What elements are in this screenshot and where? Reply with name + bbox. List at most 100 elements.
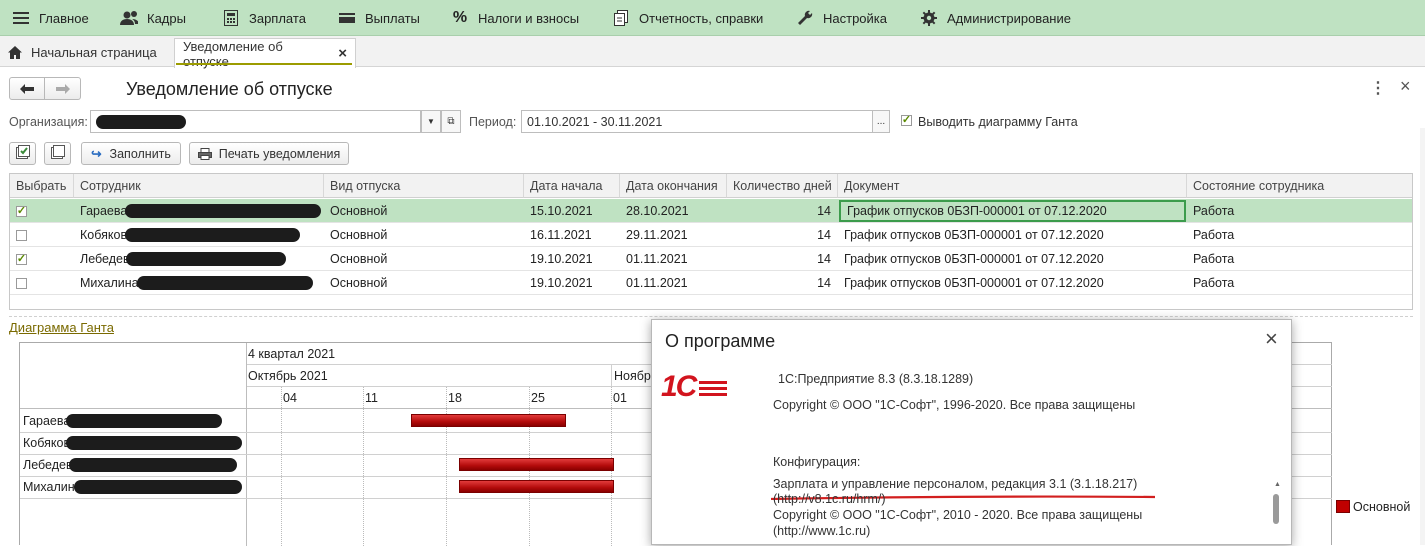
menu-item-reports[interactable]: Отчетность, справки — [612, 0, 763, 36]
gantt-checkbox[interactable]: ✓ — [901, 115, 912, 126]
menu-item-label: Настройка — [823, 10, 887, 26]
checkmark-icon: ✓ — [16, 252, 27, 265]
table-row[interactable]: ✓ Гараева Основной 15.10.2021 28.10.2021… — [10, 199, 1412, 223]
organization-field[interactable] — [90, 110, 421, 133]
column-header[interactable]: Количество дней — [727, 174, 838, 198]
row-checkbox[interactable]: ✓ — [16, 204, 27, 217]
organization-open-button[interactable]: ⧉ — [441, 110, 461, 133]
menu-item-settings[interactable]: Настройка — [796, 0, 887, 36]
end-date-cell: 29.11.2021 — [626, 228, 688, 242]
check-all-button[interactable] — [9, 142, 36, 165]
print-notice-button[interactable]: Печать уведомления — [189, 142, 349, 165]
menu-item-administration[interactable]: Администрирование — [920, 0, 1071, 36]
column-header[interactable]: Дата начала — [524, 174, 620, 198]
column-header[interactable]: Дата окончания — [620, 174, 727, 198]
column-header[interactable]: Сотрудник — [74, 174, 324, 198]
wrench-icon — [796, 9, 814, 27]
row-select-cell[interactable]: ✓ — [10, 247, 74, 271]
page-scrollbar[interactable] — [1420, 128, 1425, 545]
employee-name: Гараева — [80, 204, 128, 218]
row-select-cell[interactable] — [10, 223, 74, 247]
row-checkbox[interactable]: ✓ — [16, 252, 27, 265]
state-cell: Работа — [1193, 252, 1235, 266]
row-checkbox[interactable] — [16, 229, 27, 241]
hamburger-icon — [12, 9, 30, 27]
gantt-employee-name: Михалина — [23, 480, 82, 494]
uncheck-all-button[interactable] — [44, 142, 71, 165]
close-icon[interactable]: × — [338, 45, 347, 62]
redacted-value — [125, 204, 322, 218]
state-cell: Работа — [1193, 204, 1235, 218]
gantt-employee-name: Гараева — [23, 414, 71, 428]
gantt-link[interactable]: Диаграмма Ганта — [9, 320, 114, 335]
menu-item-taxes[interactable]: % Налоги и взносы — [451, 0, 579, 36]
home-icon — [8, 46, 22, 59]
menu-item-label: Кадры — [147, 10, 186, 26]
document-cell[interactable]: График отпусков 0БЗП-000001 от 07.12.202… — [838, 247, 1187, 271]
row-checkbox[interactable] — [16, 277, 27, 289]
state-cell: Работа — [1193, 276, 1235, 290]
gantt-bar-vacation[interactable] — [411, 414, 566, 427]
employee-cell: Кобяков — [74, 223, 324, 247]
tab-home[interactable]: Начальная страница — [0, 38, 166, 67]
menu-item-label: Выплаты — [365, 10, 420, 26]
menu-item-payments[interactable]: Выплаты — [338, 0, 420, 36]
row-select-cell[interactable] — [10, 271, 74, 295]
forward-button[interactable] — [44, 77, 81, 100]
scrollbar-thumb[interactable] — [1273, 494, 1279, 524]
1c-logo: 1С — [661, 372, 729, 406]
gantt-day-label: 11 — [365, 391, 378, 405]
table-row[interactable]: ✓ Лебедев Основной 19.10.2021 01.11.2021… — [10, 247, 1412, 271]
employees-table: Выбрать Сотрудник Вид отпуска Дата начал… — [9, 173, 1413, 310]
period-label: Период: — [469, 115, 517, 129]
section-divider — [9, 316, 1413, 317]
wallet-icon — [338, 9, 356, 27]
column-header[interactable]: Документ — [838, 174, 1187, 198]
table-row[interactable]: Кобяков Основной 16.11.2021 29.11.2021 1… — [10, 223, 1412, 247]
organization-label: Организация: — [9, 115, 88, 129]
more-icon[interactable]: ⋮ — [1370, 78, 1386, 98]
table-row[interactable]: Михалина Основной 19.10.2021 01.11.2021 … — [10, 271, 1412, 295]
chevron-down-icon: ▼ — [427, 117, 435, 126]
row-select-cell[interactable]: ✓ — [10, 199, 74, 223]
scroll-up-icon[interactable]: ▲ — [1274, 481, 1281, 488]
logo-stripe — [699, 387, 727, 390]
gantt-day-label: 04 — [283, 391, 297, 405]
gantt-employee-name: Кобяков — [23, 436, 71, 450]
menu-item-staff[interactable]: Кадры — [120, 0, 186, 36]
gantt-employee-name: Лебедев — [23, 458, 73, 472]
menu-item-label: Главное — [39, 10, 89, 26]
menu-item-label: Администрирование — [947, 10, 1071, 26]
column-header[interactable]: Состояние сотрудника — [1187, 174, 1412, 198]
gantt-gridline — [281, 387, 282, 546]
menu-item-salary[interactable]: Зарплата — [222, 0, 306, 36]
close-form-icon[interactable]: × — [1400, 76, 1411, 97]
checkmark-icon: ✓ — [16, 204, 27, 217]
dialog-scrollbar[interactable]: ▲ — [1273, 477, 1281, 546]
logo-stripe — [699, 381, 727, 384]
period-select-button[interactable]: ... — [872, 110, 890, 133]
gantt-row-label: Гараева — [23, 414, 223, 428]
redacted-value — [66, 436, 243, 450]
website-url: (http://www.1c.ru) — [773, 524, 871, 538]
column-header[interactable]: Вид отпуска — [324, 174, 524, 198]
back-button[interactable] — [9, 77, 45, 100]
document-cell[interactable]: График отпусков 0БЗП-000001 от 07.12.202… — [838, 271, 1187, 295]
legend-swatch — [1336, 500, 1350, 513]
gantt-bar-vacation[interactable] — [459, 458, 614, 471]
dialog-close-icon[interactable]: × — [1265, 328, 1278, 350]
organization-dropdown-button[interactable]: ▼ — [421, 110, 441, 133]
gantt-bar-vacation[interactable] — [459, 480, 614, 493]
end-date-cell: 01.11.2021 — [626, 252, 688, 266]
document-cell[interactable]: График отпусков 0БЗП-000001 от 07.12.202… — [838, 223, 1187, 247]
gantt-day-label: 18 — [448, 391, 462, 405]
vacation-type-cell: Основной — [330, 252, 388, 266]
period-field[interactable]: 01.10.2021 - 30.11.2021 — [521, 110, 873, 133]
fill-button[interactable]: ↪ Заполнить — [81, 142, 181, 165]
menu-item-main[interactable]: Главное — [12, 0, 89, 36]
days-cell: 14 — [817, 228, 831, 242]
gantt-gridline — [363, 387, 364, 546]
column-header[interactable]: Выбрать — [10, 174, 74, 198]
redacted-value — [96, 114, 186, 129]
document-cell[interactable]: График отпусков 0БЗП-000001 от 07.12.202… — [839, 200, 1186, 222]
